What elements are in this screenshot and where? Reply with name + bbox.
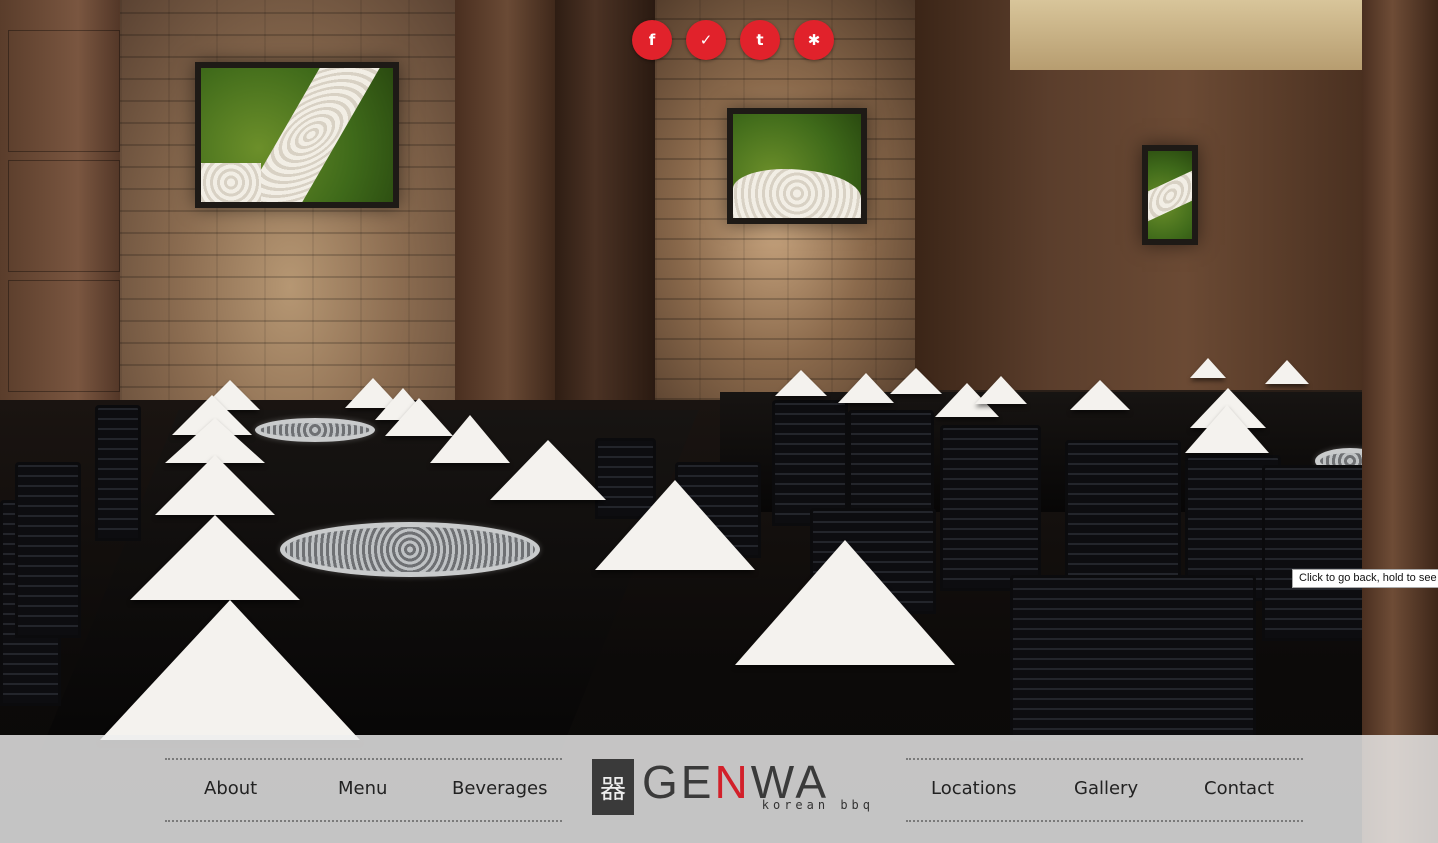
moss-art-center [727, 108, 867, 224]
nav-group-left: About Menu Beverages [165, 758, 562, 822]
nav-link-gallery[interactable]: Gallery [1074, 760, 1138, 820]
nav-link-menu[interactable]: Menu [338, 760, 387, 820]
napkin [1190, 358, 1226, 378]
napkin [130, 515, 300, 600]
napkin [595, 480, 755, 570]
napkin [1185, 405, 1269, 453]
back-button-tooltip: Click to go back, hold to see history [1292, 569, 1438, 588]
yelp-icon[interactable]: ✱ [794, 20, 834, 60]
hero-photo [0, 0, 1438, 843]
chair [940, 425, 1041, 591]
nav-link-about[interactable]: About [204, 760, 257, 820]
chair [1262, 465, 1368, 641]
napkin [100, 600, 360, 740]
chair [1010, 575, 1256, 741]
napkin [975, 376, 1027, 404]
nav-link-contact[interactable]: Contact [1204, 760, 1274, 820]
genwa-logo[interactable]: 器 GENWA korean bbq [592, 756, 876, 817]
napkin [775, 370, 827, 396]
moss-art-right [1142, 145, 1198, 245]
facebook-icon[interactable]: f [632, 20, 672, 60]
wood-wall-left [0, 0, 130, 410]
chair [15, 462, 81, 638]
moss-art-left [195, 62, 399, 208]
napkin [155, 455, 275, 515]
grill [255, 418, 375, 442]
napkin [490, 440, 606, 500]
nav-link-locations[interactable]: Locations [931, 760, 1017, 820]
tumblr-icon[interactable]: t [740, 20, 780, 60]
logo-tagline: korean bbq [761, 798, 874, 812]
nav-group-right: Locations Gallery Contact [906, 758, 1303, 822]
napkin [1265, 360, 1309, 384]
ceiling [1010, 0, 1365, 70]
social-links: f ✓ t ✱ [632, 20, 834, 60]
wood-column [455, 0, 560, 410]
foursquare-icon[interactable]: ✓ [686, 20, 726, 60]
napkin [1070, 380, 1130, 410]
wood-door [555, 0, 655, 410]
grill [280, 522, 540, 577]
wood-pillar-right [1362, 0, 1438, 843]
napkin [838, 373, 894, 403]
logo-mark: 器 [592, 759, 634, 815]
nav-link-beverages[interactable]: Beverages [452, 760, 547, 820]
napkin [735, 540, 955, 665]
